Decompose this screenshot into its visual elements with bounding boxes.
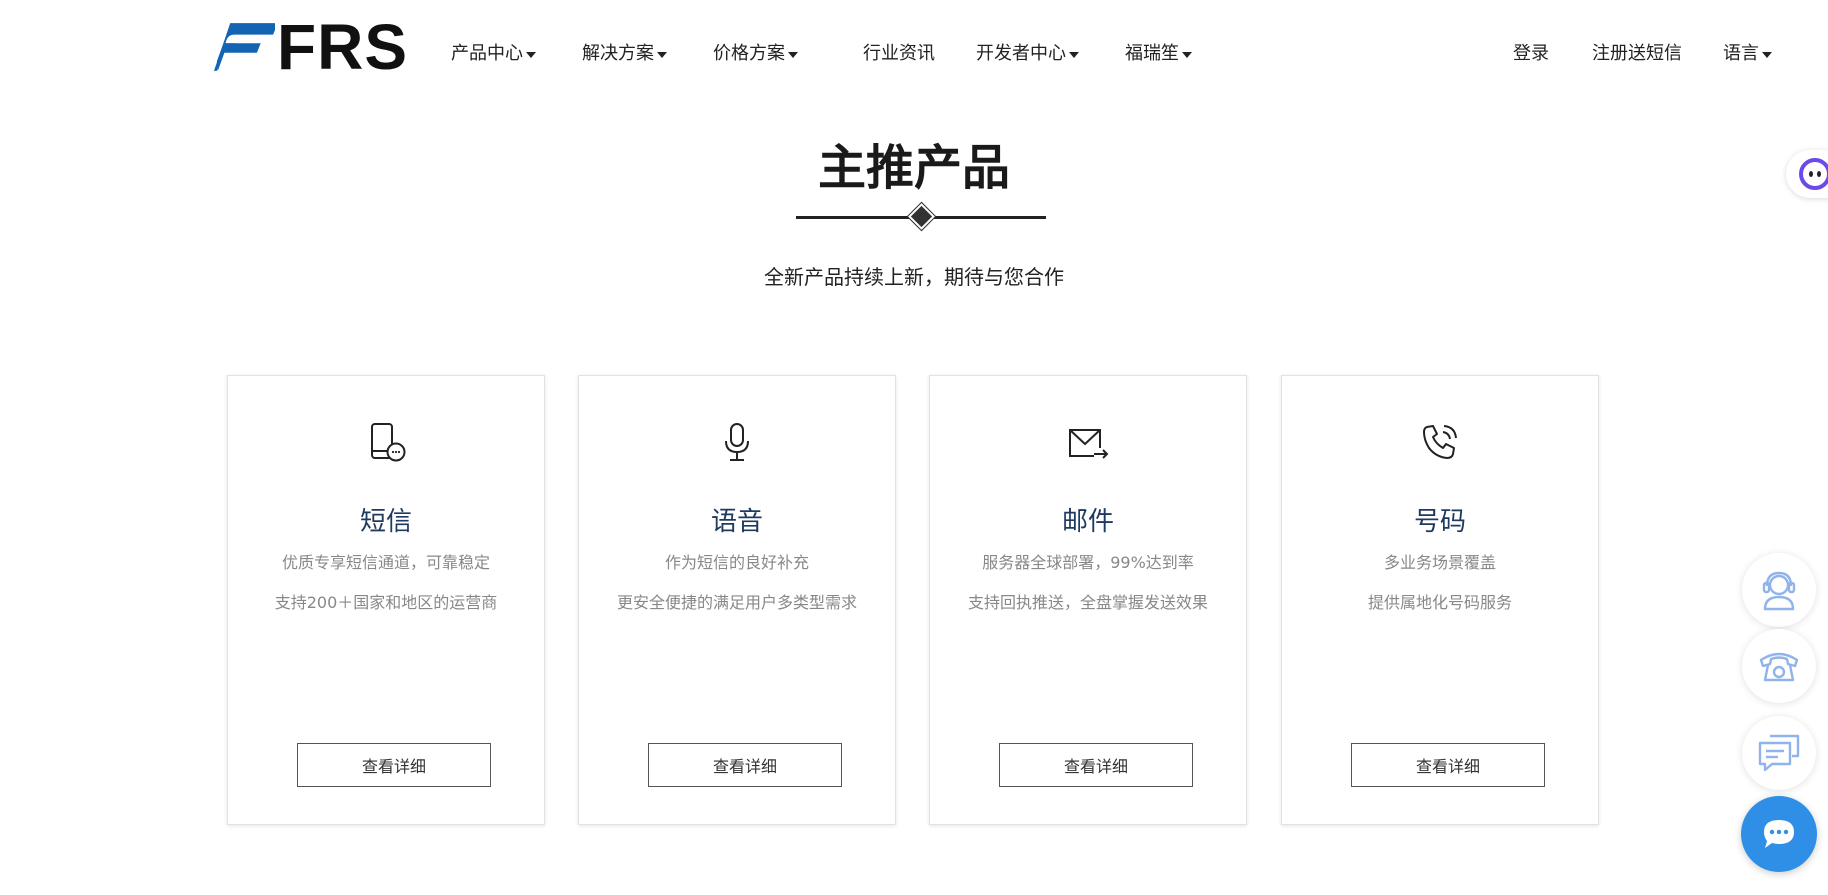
nav-products-label: 产品中心 (451, 43, 523, 64)
view-details-button-email[interactable]: 查看详细 (999, 743, 1193, 787)
feedback-icon (1758, 734, 1800, 772)
card-description-1: 优质专享短信通道，可靠稳定 (281, 553, 490, 572)
card-description-2: 提供属地化号码服务 (1367, 593, 1512, 612)
section-title: 主推产品 (817, 140, 1010, 196)
login-label: 登录 (1513, 43, 1549, 64)
microphone-icon (725, 423, 749, 461)
card-title: 短信 (359, 507, 412, 537)
view-details-button-sms[interactable]: 查看详细 (297, 743, 491, 787)
nav-news[interactable]: 行业资讯 (863, 40, 935, 68)
chevron-down-icon (526, 52, 536, 58)
card-title: 邮件 (1061, 507, 1114, 537)
view-details-button-voice[interactable]: 查看详细 (648, 743, 842, 787)
chevron-down-icon (657, 52, 667, 58)
robot-face-icon (1799, 158, 1828, 190)
site-header: FRS 产品中心 解决方案 价格方案 行业资讯 开发者中心 福瑞笙 登录 注册送… (0, 0, 1828, 108)
product-card-sms: 短信 优质专享短信通道，可靠稳定 支持200＋国家和地区的运营商 查看详细 (227, 375, 545, 825)
chevron-down-icon (1069, 52, 1079, 58)
card-title: 号码 (1413, 507, 1466, 537)
card-description-2: 更安全便捷的满足用户多类型需求 (616, 593, 857, 612)
logo-wordmark: FRS (277, 11, 408, 83)
customer-service-icon (1762, 571, 1796, 611)
feedback-button[interactable] (1742, 716, 1816, 790)
chevron-down-icon (788, 52, 798, 58)
card-description-2: 支持回执推送，全盘掌握发送效果 (967, 593, 1208, 612)
nav-furuisheng[interactable]: 福瑞笙 (1125, 40, 1192, 68)
assistant-tab[interactable] (1786, 150, 1828, 198)
card-description-1: 多业务场景覆盖 (1383, 553, 1496, 572)
chevron-down-icon (1762, 52, 1772, 58)
chat-icon (1764, 820, 1794, 848)
frs-logo-mark-icon (214, 23, 275, 71)
nav-developer[interactable]: 开发者中心 (976, 40, 1079, 68)
nav-developer-label: 开发者中心 (976, 43, 1066, 64)
language-selector[interactable]: 语言 (1723, 40, 1772, 68)
nav-news-label: 行业资讯 (863, 43, 935, 64)
language-label: 语言 (1723, 43, 1759, 64)
product-card-email: 邮件 服务器全球部署，99%达到率 支持回执推送，全盘掌握发送效果 查看详细 (929, 375, 1247, 825)
nav-pricing[interactable]: 价格方案 (713, 40, 798, 68)
section-subtitle: 全新产品持续上新，期待与您合作 (764, 265, 1064, 289)
product-card-number: 号码 多业务场景覆盖 提供属地化号码服务 查看详细 (1281, 375, 1599, 825)
mail-send-icon (1069, 429, 1109, 459)
live-chat-button[interactable] (1741, 796, 1817, 872)
card-title: 语音 (710, 507, 763, 537)
nav-products[interactable]: 产品中心 (451, 40, 536, 68)
nav-solutions-label: 解决方案 (582, 43, 654, 64)
product-card-voice: 语音 作为短信的良好补充 更安全便捷的满足用户多类型需求 查看详细 (578, 375, 896, 825)
nav-furuisheng-label: 福瑞笙 (1125, 43, 1179, 64)
login-link[interactable]: 登录 (1513, 40, 1549, 68)
card-description-1: 服务器全球部署，99%达到率 (982, 553, 1194, 572)
customer-service-button[interactable] (1742, 553, 1816, 627)
phone-call-icon (1423, 425, 1457, 459)
telephone-icon (1759, 652, 1799, 682)
nav-pricing-label: 价格方案 (713, 43, 785, 64)
frs-logo[interactable]: FRS (214, 11, 408, 83)
register-label: 注册送短信 (1592, 43, 1682, 64)
nav-solutions[interactable]: 解决方案 (582, 40, 667, 68)
diamond-icon (908, 203, 935, 230)
phone-message-icon (371, 423, 406, 462)
telephone-button[interactable] (1742, 629, 1816, 703)
chevron-down-icon (1182, 52, 1192, 58)
card-description-1: 作为短信的良好补充 (664, 553, 809, 572)
view-details-button-number[interactable]: 查看详细 (1351, 743, 1545, 787)
card-description-2: 支持200＋国家和地区的运营商 (274, 593, 498, 612)
register-link[interactable]: 注册送短信 (1592, 40, 1682, 68)
